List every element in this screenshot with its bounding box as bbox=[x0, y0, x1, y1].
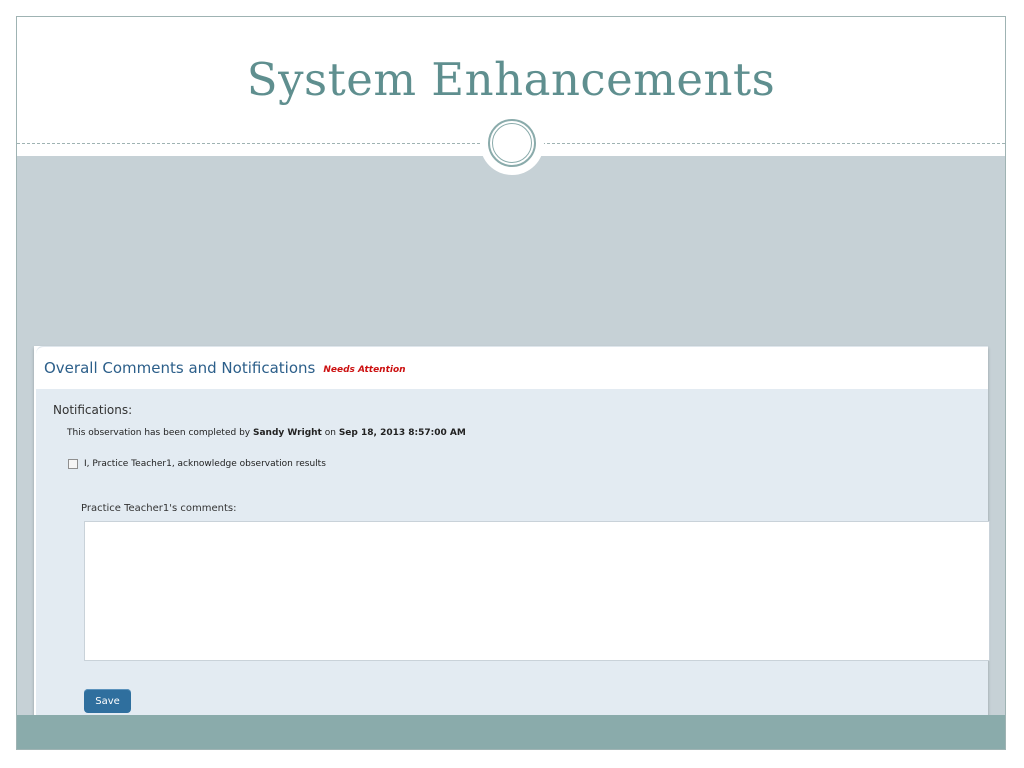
slide-title: System Enhancements bbox=[246, 53, 776, 106]
notifications-label: Notifications: bbox=[53, 403, 133, 417]
completion-prefix: This observation has been completed by bbox=[67, 428, 251, 438]
completion-date: Sep 18, 2013 8:57:00 AM bbox=[338, 428, 466, 438]
acknowledge-checkbox[interactable] bbox=[68, 459, 78, 469]
observer-name: Sandy Wright bbox=[253, 428, 322, 438]
footer-band bbox=[17, 715, 1005, 749]
comments-card: Overall Comments and Notifications Needs… bbox=[34, 346, 990, 746]
card-header: Overall Comments and Notifications Needs… bbox=[36, 346, 988, 389]
needs-attention-badge: Needs Attention bbox=[323, 364, 406, 375]
ring-outer bbox=[488, 119, 536, 167]
acknowledge-row[interactable]: I, Practice Teacher1, acknowledge observ… bbox=[68, 459, 326, 469]
save-button[interactable]: Save bbox=[84, 689, 131, 713]
card-title: Overall Comments and Notifications bbox=[44, 359, 316, 377]
slide: System Enhancements Overall Comments and… bbox=[16, 16, 1006, 750]
comments-textarea[interactable] bbox=[84, 521, 990, 661]
acknowledge-label[interactable]: I, Practice Teacher1, acknowledge observ… bbox=[84, 459, 326, 469]
completion-on-word: on bbox=[324, 428, 336, 438]
comments-label: Practice Teacher1's comments: bbox=[81, 503, 237, 514]
content-band: Overall Comments and Notifications Needs… bbox=[17, 156, 1005, 749]
completion-notice: This observation has been completed by S… bbox=[67, 428, 466, 438]
circle-ornament-icon bbox=[480, 111, 544, 175]
ring-inner bbox=[492, 123, 532, 163]
screenshot-panel: Overall Comments and Notifications Needs… bbox=[34, 346, 990, 749]
